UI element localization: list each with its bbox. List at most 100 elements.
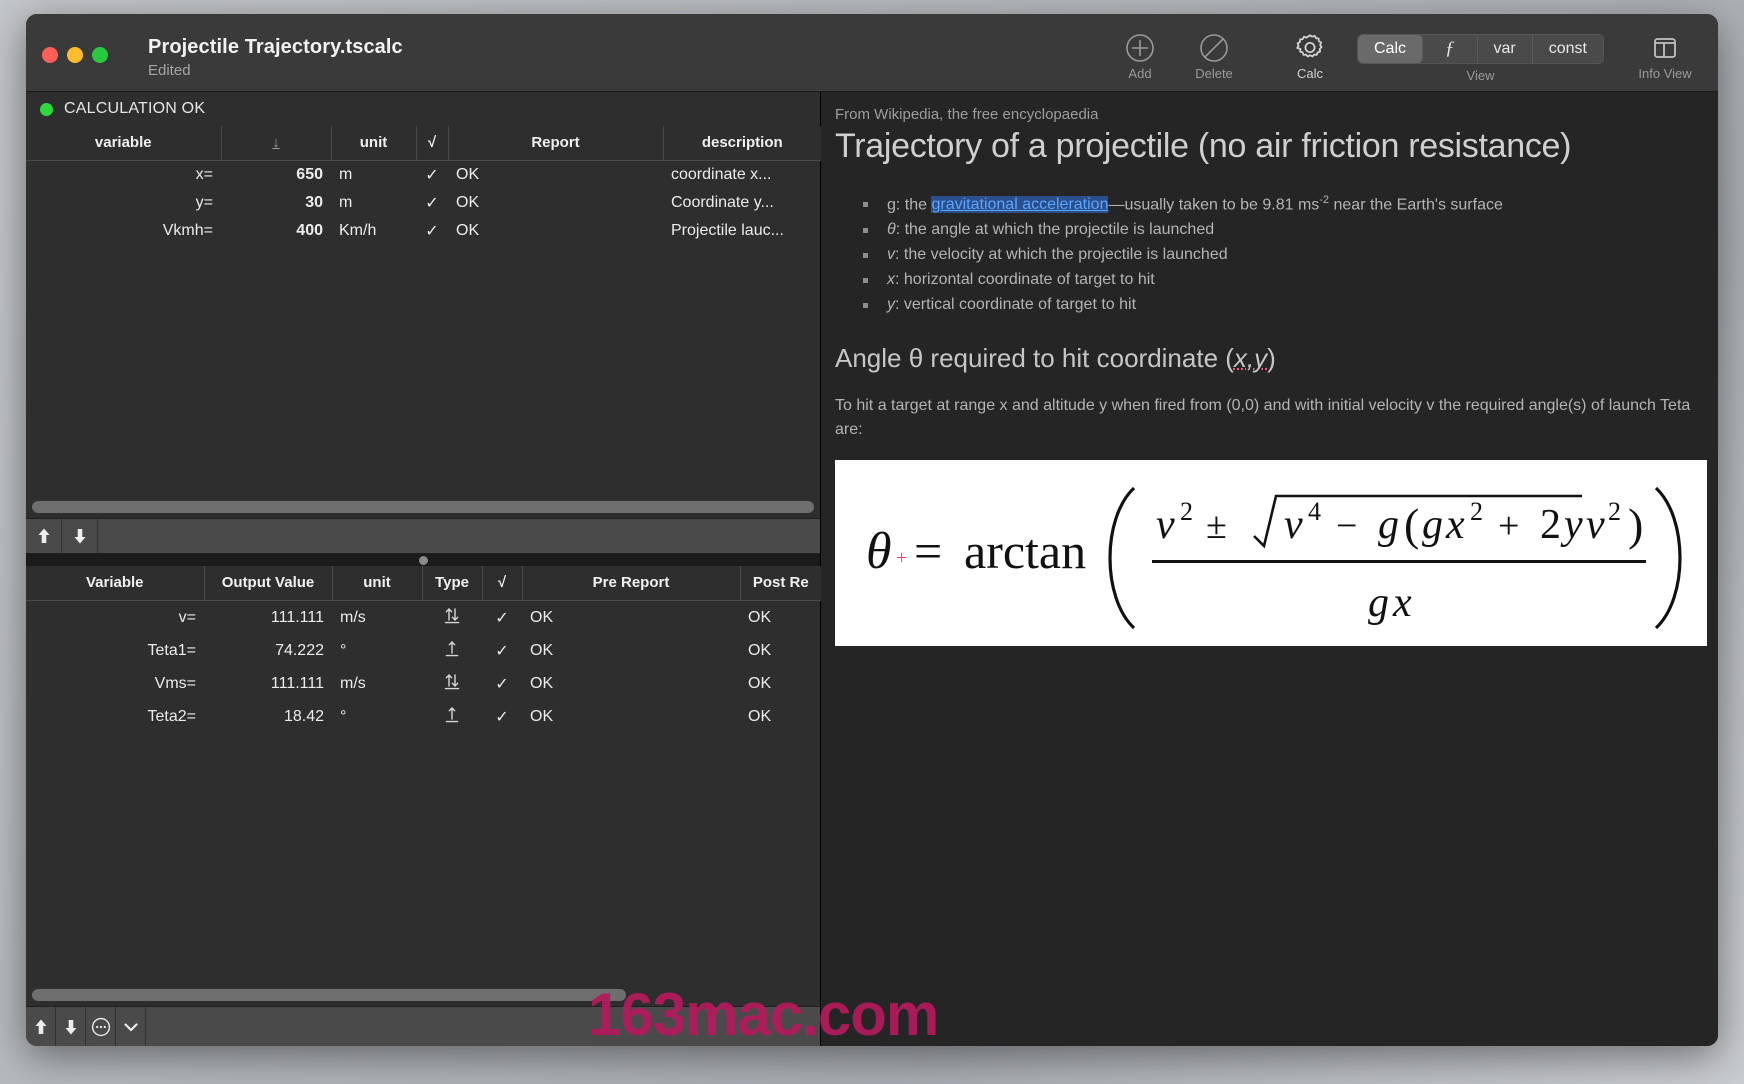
column-header-check[interactable]: √ [416, 126, 449, 161]
column-header-pre-report[interactable]: Pre Report [522, 566, 741, 601]
column-header-description[interactable]: description [663, 126, 821, 161]
view-segmented-control: Calc ƒ var const View [1357, 24, 1604, 83]
bullet-mid: —usually taken to be 9.81 ms [1108, 196, 1320, 214]
cell-type[interactable] [422, 667, 482, 700]
plus-circle-icon [1125, 32, 1155, 64]
table-row[interactable]: y= 30 m ✓ OK Coordinate y... [26, 189, 821, 217]
view-option-var[interactable]: var [1478, 35, 1533, 63]
cell-unit: m/s [340, 674, 366, 692]
cell-variable[interactable]: y= [26, 189, 221, 217]
view-option-calc[interactable]: Calc [1358, 35, 1424, 63]
column-header-unit[interactable]: unit [331, 126, 417, 161]
cell-post-report: OK [748, 707, 772, 725]
move-up-button[interactable] [26, 1007, 56, 1046]
up-arrow-icon [38, 528, 49, 543]
column-header-sort-arrow[interactable]: ↓ [221, 126, 332, 161]
column-header-variable[interactable]: variable [26, 126, 222, 161]
column-header-type[interactable]: Type [422, 566, 483, 601]
cell-unit[interactable]: m [331, 161, 416, 190]
cell-type[interactable] [422, 700, 482, 733]
bullet-text: : the angle at which the projectile is l… [895, 221, 1215, 239]
scrollbar-thumb[interactable] [32, 501, 814, 513]
bullet-text: : horizontal coordinate of target to hit [895, 270, 1155, 288]
calculation-pane: CALCULATION OK variable ↓ unit √ Report … [26, 92, 821, 1046]
more-options-button[interactable] [86, 1007, 116, 1046]
bullet-superscript: -2 [1319, 194, 1330, 206]
view-option-function[interactable]: ƒ [1423, 35, 1478, 63]
panel-layout-icon [1650, 32, 1680, 64]
cell-type[interactable] [422, 601, 482, 635]
calc-button[interactable]: Calc [1273, 24, 1347, 81]
more-options-dropdown[interactable] [116, 1007, 146, 1046]
add-button[interactable]: Add [1103, 24, 1177, 81]
output-table-hscrollbar[interactable] [26, 984, 820, 1006]
cell-report: OK [456, 166, 480, 183]
svg-text:θ: θ [866, 523, 892, 580]
output-table-empty-area [26, 733, 820, 984]
cell-output-value: 111.111 [270, 608, 324, 626]
list-item: x: horizontal coordinate of target to hi… [859, 268, 1696, 293]
column-header-variable[interactable]: Variable [26, 566, 205, 601]
input-table-hscrollbar[interactable] [26, 496, 820, 518]
output-table-header-row: Variable Output Value unit Type √ Pre Re… [26, 566, 821, 601]
cell-unit: ° [340, 707, 347, 725]
table-row[interactable]: Vms= 111.111 m/s ✓ OK OK [26, 667, 821, 700]
cell-description[interactable]: Projectile lauc... [663, 217, 821, 245]
cell-unit[interactable]: Km/h [331, 217, 416, 245]
svg-text:4: 4 [1308, 497, 1321, 526]
column-header-report[interactable]: Report [448, 126, 664, 161]
cell-value[interactable]: 650 [221, 161, 331, 190]
column-header-unit[interactable]: unit [332, 566, 423, 601]
cell-description[interactable]: coordinate x... [663, 161, 821, 190]
bullet-text: : the velocity at which the projectile i… [895, 245, 1228, 263]
close-button[interactable] [42, 47, 58, 63]
cell-check: ✓ [495, 642, 509, 660]
cell-type[interactable] [422, 634, 482, 667]
cell-check: ✓ [495, 708, 509, 726]
calc-button-label: Calc [1296, 66, 1323, 81]
svg-text:2: 2 [1180, 497, 1193, 526]
pane-splitter[interactable] [26, 554, 820, 566]
gravitational-acceleration-link[interactable]: gravitational acceleration [931, 196, 1109, 214]
svg-text:−: − [1336, 505, 1357, 547]
section-heading-coords: x,y [1233, 343, 1268, 374]
input-pane-toolbar [26, 518, 820, 554]
cell-variable[interactable]: x= [26, 161, 221, 190]
svg-text:(: ( [1404, 499, 1419, 550]
column-header-post-report[interactable]: Post Re [740, 566, 821, 601]
cell-pre-report: OK [530, 608, 554, 626]
cell-value[interactable]: 400 [221, 217, 331, 245]
cell-variable[interactable]: Vkmh= [26, 217, 221, 245]
table-row[interactable]: Teta1= 74.222 ° ✓ OK OK [26, 634, 821, 667]
move-down-button[interactable] [56, 1007, 86, 1046]
info-view-button[interactable]: Info View [1622, 24, 1708, 81]
zoom-button[interactable] [92, 47, 108, 63]
splitter-knob[interactable] [418, 555, 428, 565]
view-option-const[interactable]: const [1533, 35, 1603, 63]
delete-button[interactable]: Delete [1177, 24, 1251, 81]
input-table: variable ↓ unit √ Report description x= … [26, 126, 821, 245]
cell-description[interactable]: Coordinate y... [663, 189, 821, 217]
move-down-button[interactable] [62, 519, 98, 553]
table-row[interactable]: x= 650 m ✓ OK coordinate x... [26, 161, 821, 190]
cell-post-report: OK [748, 641, 772, 659]
table-row[interactable]: v= 111.111 m/s ✓ OK OK [26, 601, 821, 635]
column-header-check[interactable]: √ [482, 566, 523, 601]
table-row[interactable]: Vkmh= 400 Km/h ✓ OK Projectile lauc... [26, 217, 821, 245]
table-row[interactable]: Teta2= 18.42 ° ✓ OK OK [26, 700, 821, 733]
cell-pre-report: OK [530, 707, 554, 725]
output-pane-toolbar-filler [146, 1007, 820, 1046]
cell-unit[interactable]: m [331, 189, 416, 217]
bullet-prefix: g: the [887, 196, 932, 214]
view-options: Calc ƒ var const [1357, 34, 1604, 64]
scrollbar-thumb[interactable] [32, 989, 627, 1001]
article-source: From Wikipedia, the free encyclopaedia [835, 106, 1099, 123]
move-up-button[interactable] [26, 519, 62, 553]
gear-icon [1293, 32, 1327, 64]
cell-value[interactable]: 30 [221, 189, 331, 217]
cell-unit: m/s [340, 608, 366, 626]
status-badge: CALCULATION OK [64, 100, 206, 117]
column-header-output-value[interactable]: Output Value [204, 566, 333, 601]
svg-text:x: x [1392, 580, 1412, 626]
minimize-button[interactable] [67, 47, 83, 63]
